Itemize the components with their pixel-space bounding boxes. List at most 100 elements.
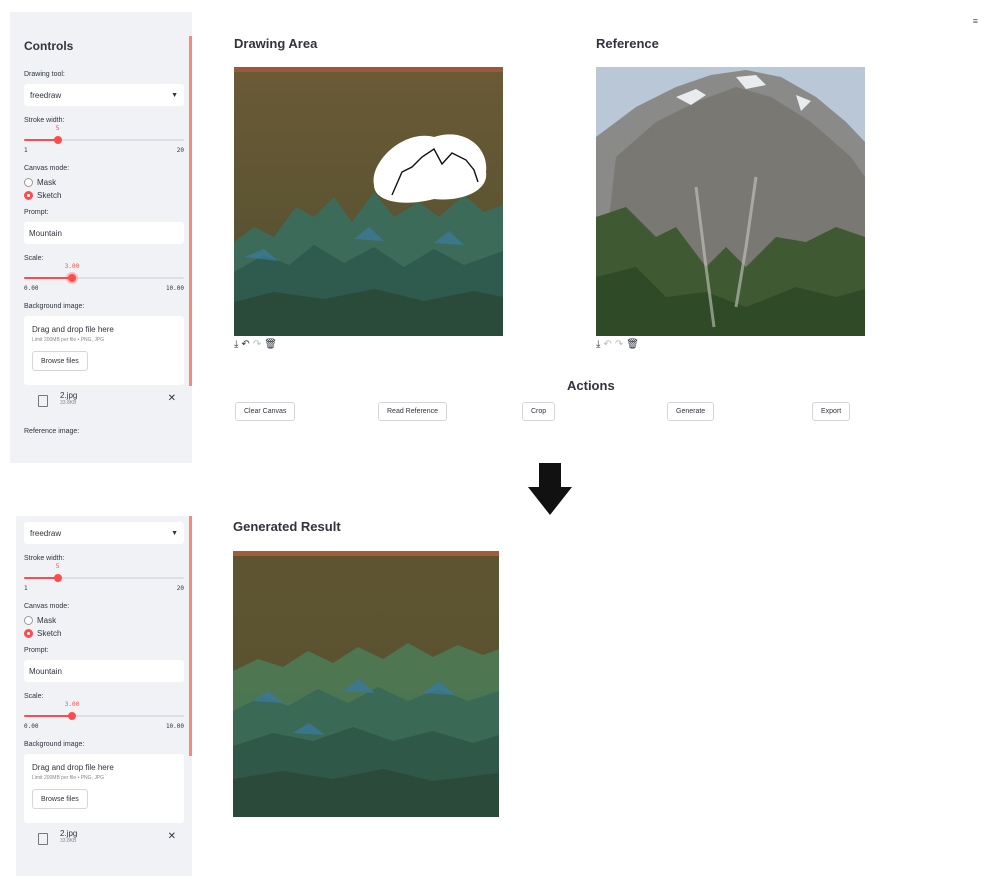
drawing-tool-value: freedraw <box>30 90 62 100</box>
slider-value: 5 <box>55 125 60 132</box>
sidebar-top: Controls Drawing tool: freedraw ▼ Stroke… <box>10 12 192 463</box>
crop-button[interactable]: Crop <box>522 402 556 421</box>
reference-image-label: Reference image: <box>24 428 80 435</box>
trash-icon[interactable]: 🗑 <box>626 339 639 350</box>
sidebar-title: Controls <box>24 39 74 53</box>
read-reference-button[interactable]: Read Reference <box>378 402 447 421</box>
prompt-input[interactable]: Mountain <box>24 660 184 682</box>
radio-selected-icon <box>24 629 33 638</box>
redo-icon[interactable]: ↷ <box>615 339 623 350</box>
browse-files-button[interactable]: Browse files <box>32 351 88 371</box>
slider-thumb[interactable] <box>68 274 76 282</box>
slider-max: 10.00 <box>165 723 184 730</box>
landscape-painting <box>234 67 503 336</box>
drawing-tool-select[interactable]: freedraw ▼ <box>24 522 184 544</box>
stroke-width-slider[interactable]: 5 1 20 <box>24 125 184 155</box>
reference-toolbar: ⤓ ↶ ↷ 🗑 <box>596 339 639 350</box>
chevron-down-icon: ▼ <box>171 529 178 537</box>
stroke-width-label: Stroke width: <box>24 555 65 562</box>
sidebar-bottom: freedraw ▼ Stroke width: 5 1 20 Canvas m… <box>16 516 192 876</box>
slider-value: 3.00 <box>64 701 80 708</box>
prompt-label: Prompt: <box>24 647 49 654</box>
slider-min: 0.00 <box>24 723 39 730</box>
radio-circle-icon <box>24 616 33 625</box>
slider-thumb[interactable] <box>68 712 76 720</box>
radio-sketch[interactable]: Sketch <box>24 189 184 202</box>
scale-label: Scale: <box>24 693 44 700</box>
scale-slider[interactable]: 3.00 0.00 10.00 <box>24 701 184 731</box>
file-dropzone[interactable]: Drag and drop file here Limit 200MB per … <box>24 754 184 823</box>
slider-value: 5 <box>55 563 60 570</box>
background-image-label: Background image: <box>24 303 85 310</box>
background-image-label: Background image: <box>24 741 85 748</box>
slider-max: 20 <box>176 585 184 592</box>
slider-fill <box>24 577 58 579</box>
drawing-toolbar: ⤓ ↶ ↷ 🗑 <box>234 339 277 350</box>
export-button[interactable]: Export <box>812 402 851 421</box>
slider-min: 0.00 <box>24 285 39 292</box>
drawing-tool-select[interactable]: freedraw ▼ <box>24 84 184 106</box>
uploaded-file-row: 2.jpg 33.8KB ✕ <box>24 829 184 859</box>
drawing-tool-label: Drawing tool: <box>24 71 65 78</box>
sidebar-scrollbar[interactable] <box>189 36 192 386</box>
hamburger-icon[interactable]: ≡ <box>973 16 978 26</box>
file-icon <box>38 833 48 845</box>
arrow-down-icon <box>528 463 572 515</box>
file-dropzone[interactable]: Drag and drop file here Limit 200MB per … <box>24 316 184 385</box>
file-name: 2.jpg <box>60 829 78 838</box>
file-name: 2.jpg <box>60 391 78 400</box>
slider-value: 3.00 <box>64 263 80 270</box>
drawing-canvas[interactable] <box>234 67 503 336</box>
slider-min: 1 <box>24 585 28 592</box>
prompt-label: Prompt: <box>24 209 49 216</box>
canvas-mode-radio-group: Mask Sketch <box>24 176 184 202</box>
slider-min: 1 <box>24 147 28 154</box>
radio-sketch[interactable]: Sketch <box>24 627 184 640</box>
undo-icon[interactable]: ↶ <box>603 339 611 350</box>
file-size: 33.8KB <box>60 400 77 406</box>
generated-image <box>233 551 499 817</box>
dropzone-title: Drag and drop file here <box>32 325 114 334</box>
stroke-width-label: Stroke width: <box>24 117 65 124</box>
slider-max: 20 <box>176 147 184 154</box>
slider-thumb[interactable] <box>53 574 62 582</box>
slider-fill <box>24 277 72 279</box>
trash-icon[interactable]: 🗑 <box>264 339 277 350</box>
stroke-width-slider[interactable]: 5 1 20 <box>24 563 184 593</box>
drawing-tool-value: freedraw <box>30 528 62 538</box>
browse-files-button[interactable]: Browse files <box>32 789 88 809</box>
canvas-mode-label: Canvas mode: <box>24 603 70 610</box>
radio-mask[interactable]: Mask <box>24 614 184 627</box>
radio-mask[interactable]: Mask <box>24 176 184 189</box>
actions-title: Actions <box>567 378 615 393</box>
close-icon[interactable]: ✕ <box>168 831 176 842</box>
undo-icon[interactable]: ↶ <box>241 339 249 350</box>
slider-fill <box>24 139 58 141</box>
dropzone-limit: Limit 200MB per file • PNG, JPG <box>32 775 105 781</box>
canvas-mode-label: Canvas mode: <box>24 165 70 172</box>
download-icon[interactable]: ⤓ <box>234 339 238 350</box>
dropzone-title: Drag and drop file here <box>32 763 114 772</box>
slider-thumb[interactable] <box>53 136 62 144</box>
file-icon <box>38 395 48 407</box>
chevron-down-icon: ▼ <box>171 91 178 99</box>
download-icon[interactable]: ⤓ <box>596 339 600 350</box>
uploaded-file-row: 2.jpg 33.8KB ✕ <box>24 391 184 421</box>
radio-selected-icon <box>24 191 33 200</box>
scale-slider[interactable]: 3.00 0.00 10.00 <box>24 263 184 293</box>
clear-canvas-button[interactable]: Clear Canvas <box>235 402 296 421</box>
generate-button[interactable]: Generate <box>667 402 715 421</box>
scale-label: Scale: <box>24 255 44 262</box>
canvas-mode-radio-group: Mask Sketch <box>24 614 184 640</box>
slider-fill <box>24 715 72 717</box>
radio-circle-icon <box>24 178 33 187</box>
close-icon[interactable]: ✕ <box>168 393 176 404</box>
sidebar-scrollbar[interactable] <box>189 516 192 756</box>
slider-max: 10.00 <box>165 285 184 292</box>
dropzone-limit: Limit 200MB per file • PNG, JPG <box>32 337 105 343</box>
reference-canvas[interactable] <box>596 67 865 336</box>
prompt-input[interactable]: Mountain <box>24 222 184 244</box>
redo-icon[interactable]: ↷ <box>253 339 261 350</box>
file-size: 33.8KB <box>60 838 77 844</box>
mountain-photo <box>596 67 865 336</box>
